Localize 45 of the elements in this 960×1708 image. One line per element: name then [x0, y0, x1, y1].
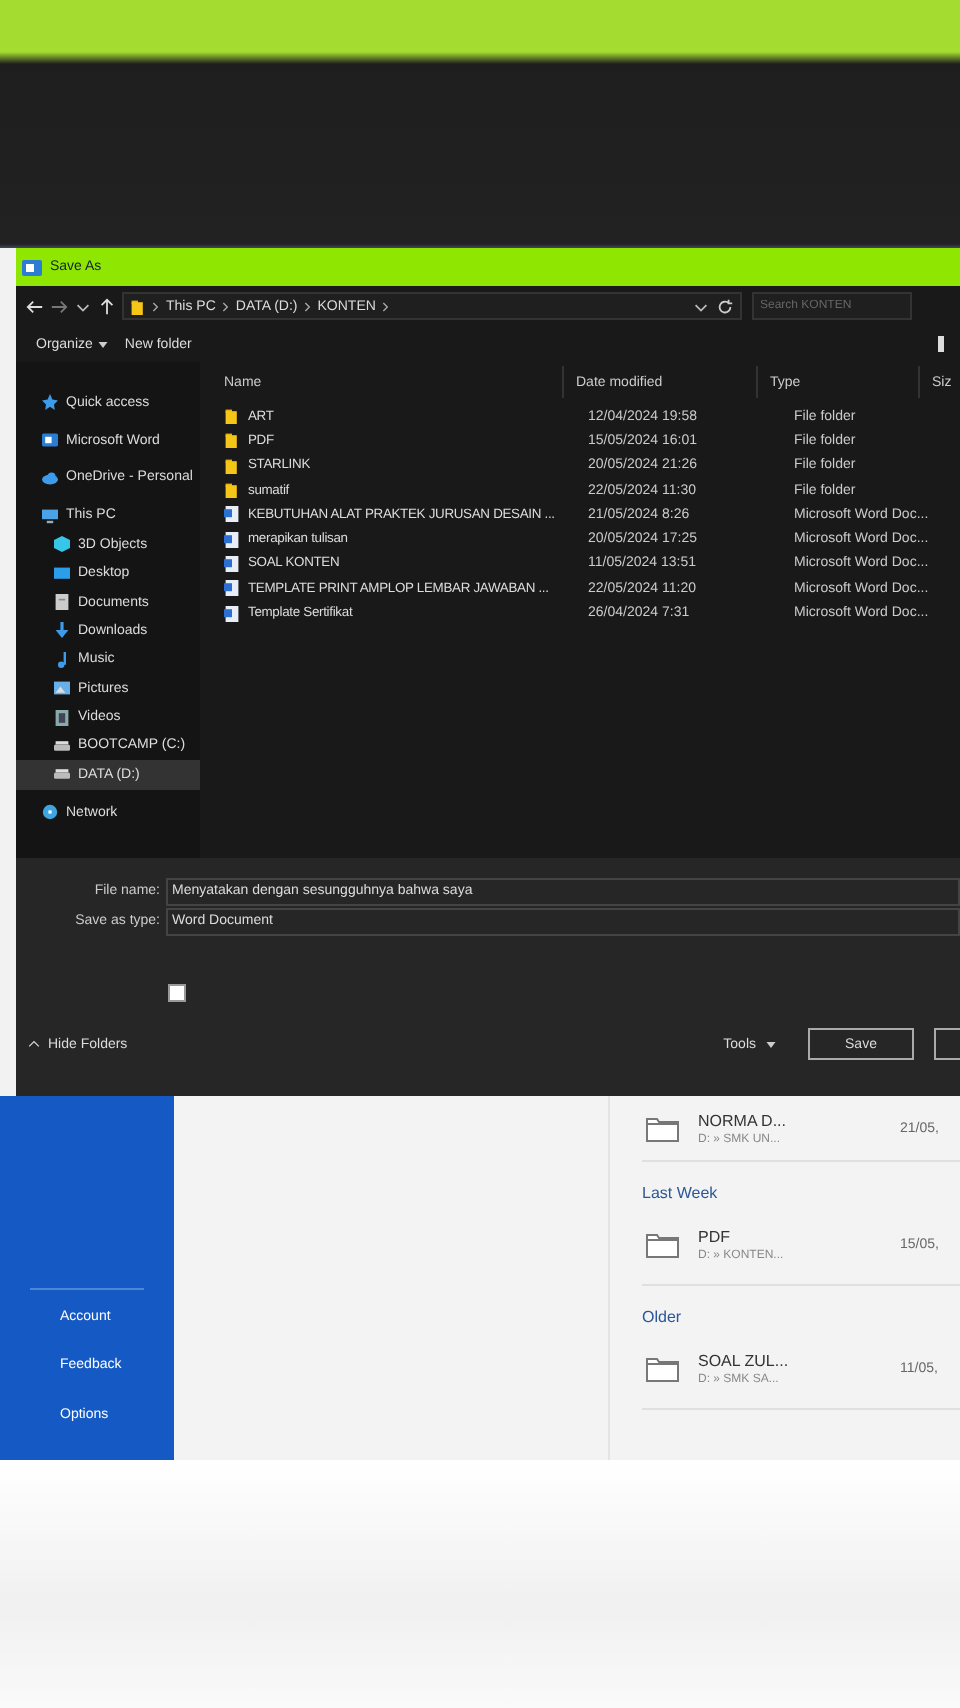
word-document-icon [224, 555, 240, 572]
chevron-right-icon[interactable] [381, 299, 390, 313]
drive-icon [54, 737, 70, 754]
folder-icon [224, 408, 240, 425]
network-icon [42, 804, 58, 821]
star-icon [42, 394, 58, 411]
cloud-icon [42, 469, 58, 486]
caret-icon[interactable] [766, 1041, 776, 1047]
drive-icon [54, 766, 70, 783]
word-icon [42, 432, 58, 449]
recent-name: SOAL ZUL... [698, 1351, 791, 1369]
folder-icon [224, 432, 240, 449]
caret-icon[interactable] [98, 341, 109, 347]
monitor-icon [54, 565, 70, 582]
chevron-right-icon[interactable] [152, 299, 160, 313]
folder-icon [224, 457, 240, 474]
back-arrow-icon[interactable] [26, 297, 44, 315]
folder-icon[interactable] [646, 1355, 680, 1381]
recent-name: NORMA D... [698, 1111, 789, 1129]
chevron-right-icon[interactable] [221, 299, 230, 313]
word-document-icon [224, 605, 240, 622]
group-heading: Last Week [642, 1182, 720, 1204]
folder-icon [130, 297, 146, 315]
group-heading: Older [642, 1306, 684, 1328]
document-icon [54, 594, 70, 611]
word-icon [22, 257, 42, 277]
word-document-icon [224, 506, 240, 523]
folder-icon[interactable] [646, 1115, 680, 1141]
refresh-icon[interactable] [716, 297, 734, 315]
checkbox[interactable] [168, 983, 186, 1001]
download-arrow-icon [54, 622, 70, 639]
cube-icon [54, 536, 70, 553]
recent-name: PDF [698, 1227, 732, 1245]
chevron-right-icon[interactable] [303, 299, 312, 313]
film-icon [54, 709, 70, 726]
forward-arrow-icon[interactable] [50, 297, 68, 315]
chevron-up-icon[interactable] [28, 1040, 40, 1048]
picture-icon [54, 680, 70, 697]
music-note-icon [54, 651, 70, 668]
computer-icon [42, 507, 58, 524]
folder-icon [224, 482, 240, 499]
up-arrow-icon[interactable] [98, 297, 116, 315]
word-document-icon [224, 580, 240, 597]
folder-icon[interactable] [646, 1231, 680, 1257]
word-document-icon [224, 531, 240, 548]
